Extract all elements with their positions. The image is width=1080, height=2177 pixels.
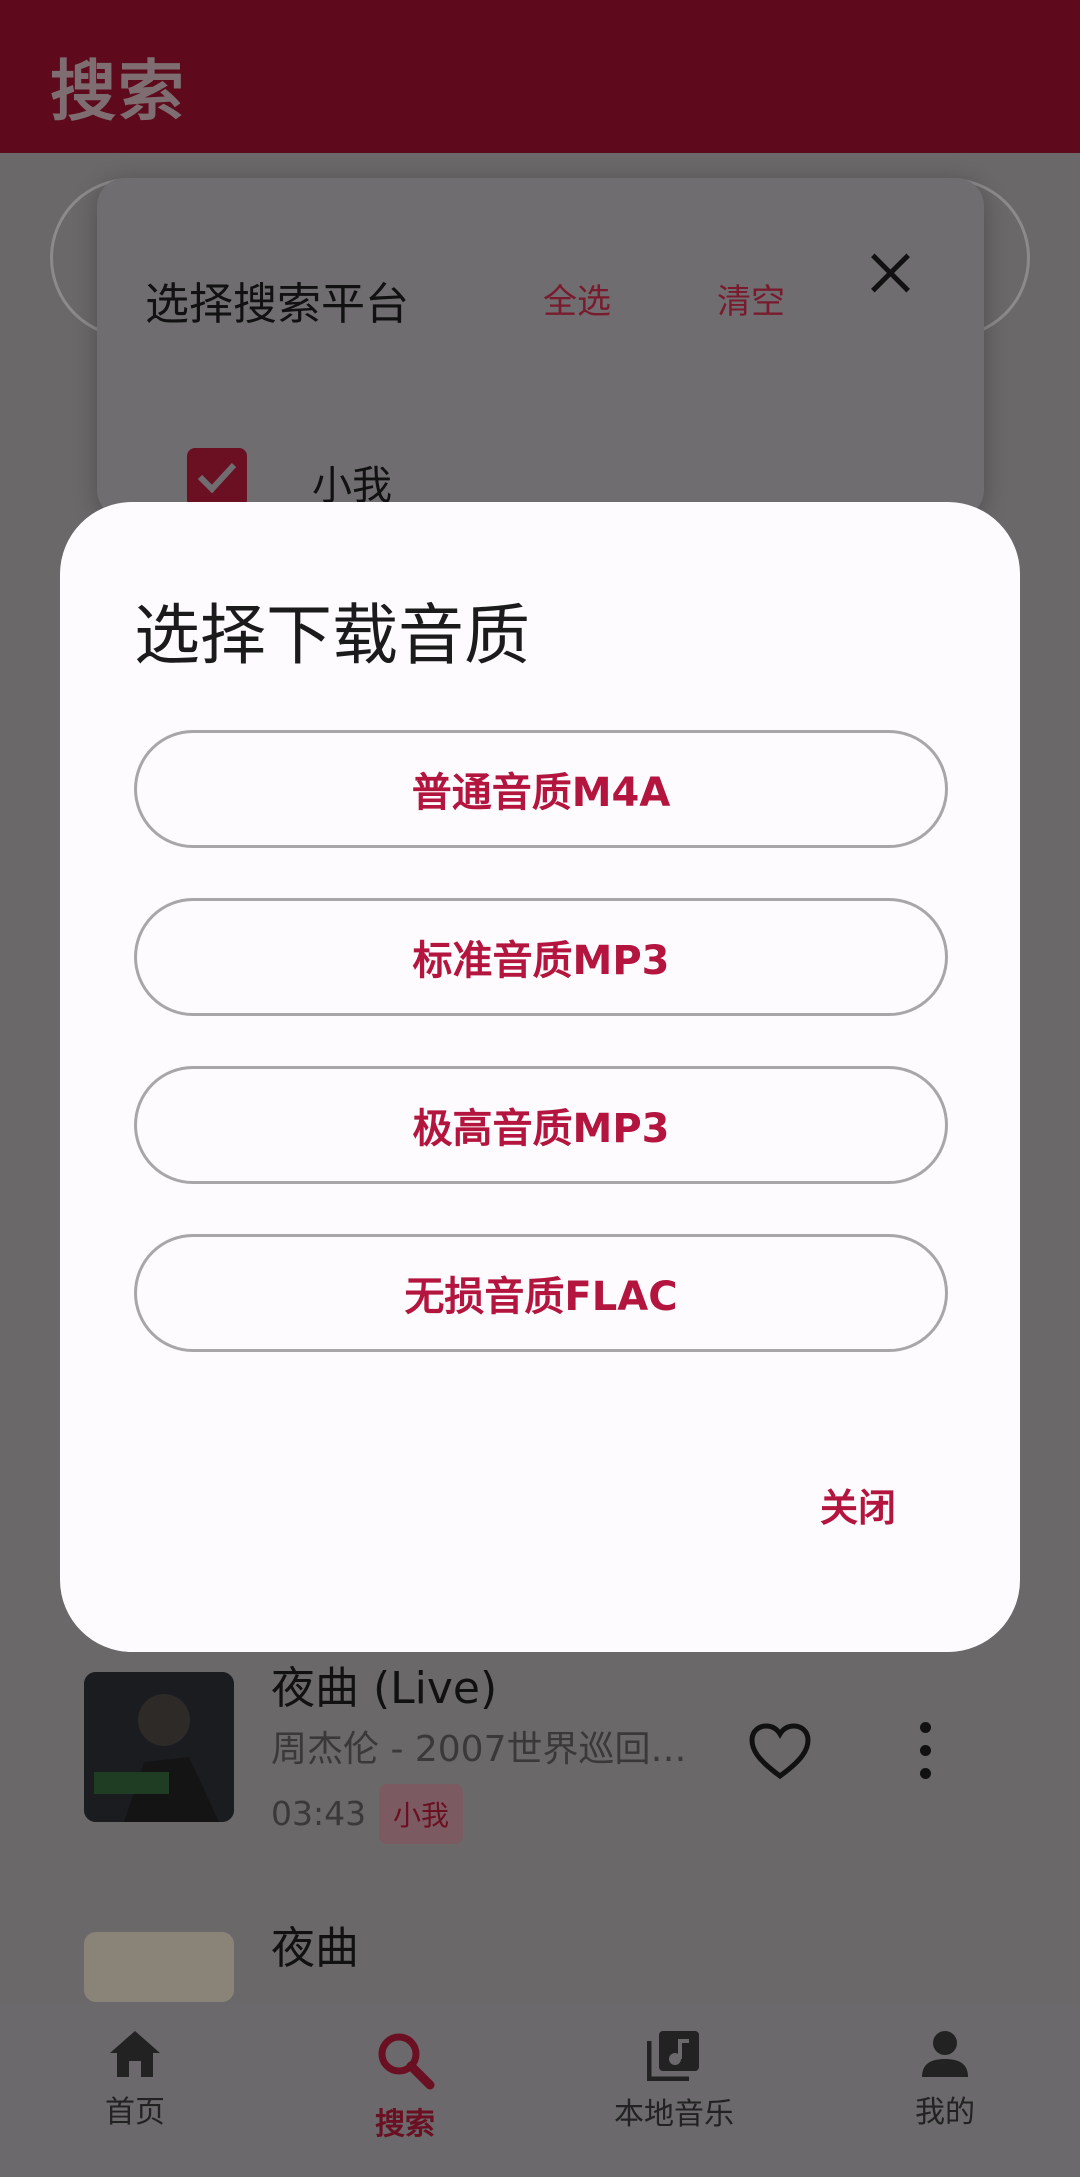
nav-item-home[interactable]: 首页 (35, 2029, 235, 2131)
check-icon (197, 462, 237, 494)
song-artist-album: 周杰伦 - 2007世界巡回… (271, 1729, 687, 1770)
quality-option-flac[interactable]: 无损音质FLAC (134, 1234, 948, 1352)
page-title: 搜索 (50, 53, 186, 130)
clear-button[interactable]: 清空 (717, 274, 785, 323)
quality-option-high-mp3[interactable]: 极高音质MP3 (134, 1066, 948, 1184)
nav-item-mine[interactable]: 我的 (845, 2029, 1045, 2131)
person-icon (922, 2031, 968, 2077)
nav-item-search[interactable]: 搜索 (305, 2029, 505, 2143)
nav-label: 我的 (915, 2095, 975, 2130)
more-icon[interactable] (918, 1722, 932, 1782)
quality-option-m4a[interactable]: 普通音质M4A (134, 730, 948, 848)
dialog-title: 选择下载音质 (134, 597, 530, 674)
nav-label: 本地音乐 (614, 2097, 734, 2132)
nav-label: 首页 (105, 2095, 165, 2130)
album-cover (84, 1672, 234, 1822)
nav-label: 搜索 (375, 2107, 435, 2142)
heart-icon[interactable] (748, 1722, 812, 1782)
platform-select-panel: 选择搜索平台 全选 清空 小我 (97, 178, 984, 518)
download-quality-dialog: 选择下载音质 普通音质M4A 标准音质MP3 极高音质MP3 无损音质FLAC … (60, 502, 1020, 1652)
platform-checkbox[interactable] (187, 448, 247, 508)
album-cover (84, 1932, 234, 2002)
song-duration: 03:43 (271, 1794, 367, 1833)
select-all-button[interactable]: 全选 (543, 274, 611, 323)
home-icon (110, 2031, 160, 2077)
close-icon[interactable] (865, 248, 915, 298)
search-icon (378, 2033, 435, 2090)
close-button[interactable]: 关闭 (820, 1477, 896, 1532)
list-item[interactable]: 夜曲 (Live) 周杰伦 - 2007世界巡回… 03:43 小我 (0, 1663, 1080, 1872)
song-title: 夜曲 (271, 1923, 359, 1974)
source-badge: 小我 (379, 1784, 464, 1844)
quality-option-standard-mp3[interactable]: 标准音质MP3 (134, 898, 948, 1016)
nav-item-local-music[interactable]: 本地音乐 (574, 2029, 774, 2133)
platform-panel-title: 选择搜索平台 (145, 279, 409, 330)
song-title: 夜曲 (Live) (271, 1663, 498, 1714)
music-library-icon (647, 2031, 699, 2081)
bottom-navigation: 首页 搜索 本地音乐 我的 (0, 2003, 1080, 2177)
app-header: 搜索 (0, 0, 1080, 153)
